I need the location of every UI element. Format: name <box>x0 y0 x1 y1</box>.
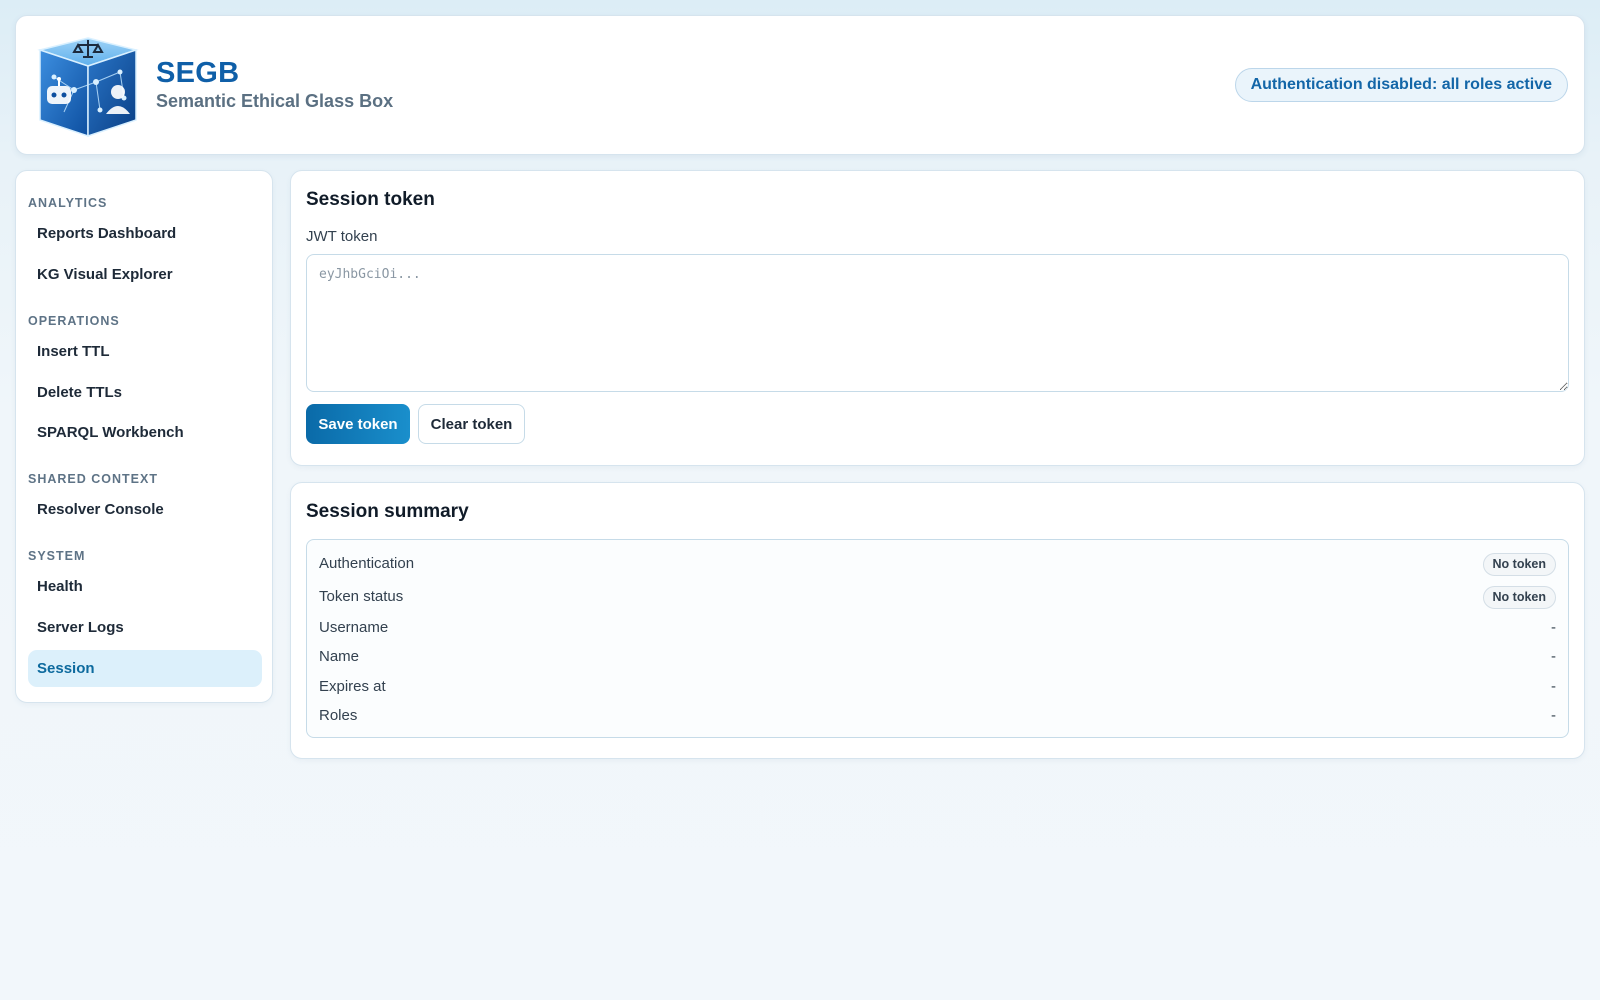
jwt-token-label: JWT token <box>306 228 378 245</box>
save-token-button[interactable]: Save token <box>306 404 410 444</box>
nav-heading-operations: OPERATIONS <box>28 314 120 328</box>
sidebar-item-sparql-workbench[interactable]: SPARQL Workbench <box>28 414 262 451</box>
nav-heading-shared-context: SHARED CONTEXT <box>28 472 158 486</box>
session-summary-table: Authentication No token Token status No … <box>306 539 1569 738</box>
sidebar-item-server-logs[interactable]: Server Logs <box>28 609 262 646</box>
summary-label-roles: Roles <box>319 707 358 724</box>
token-status-badge: No token <box>1482 586 1556 609</box>
summary-label-name: Name <box>319 648 360 665</box>
jwt-token-input[interactable] <box>306 254 1569 392</box>
sidebar-item-insert-ttl[interactable]: Insert TTL <box>28 333 262 370</box>
clear-token-button[interactable]: Clear token <box>418 404 525 444</box>
app-title: SEGB <box>156 57 240 89</box>
summary-label-expires-at: Expires at <box>319 678 386 695</box>
app-header: SEGB Semantic Ethical Glass Box Authenti… <box>15 15 1585 155</box>
session-token-title: Session token <box>306 189 435 210</box>
auth-status-badge: Authentication disabled: all roles activ… <box>1234 68 1568 102</box>
sidebar-item-delete-ttls[interactable]: Delete TTLs <box>28 374 262 411</box>
summary-value-expires-at: - <box>1551 678 1556 695</box>
summary-value-name: - <box>1551 648 1556 665</box>
sidebar-nav: ANALYTICS Reports Dashboard KG Visual Ex… <box>15 170 273 703</box>
sidebar-item-session[interactable]: Session <box>28 650 262 687</box>
summary-label-username: Username <box>319 619 389 636</box>
session-summary-title: Session summary <box>306 501 469 522</box>
sidebar-item-reports-dashboard[interactable]: Reports Dashboard <box>28 215 262 252</box>
robot-and-person-cube-with-scales-icon <box>37 37 139 138</box>
sidebar-item-resolver-console[interactable]: Resolver Console <box>28 491 262 528</box>
session-token-panel: Session token JWT token Save token Clear… <box>290 170 1585 466</box>
summary-label-authentication: Authentication <box>319 555 415 572</box>
authentication-status-badge: No token <box>1482 553 1556 576</box>
nav-heading-system: SYSTEM <box>28 549 86 563</box>
sidebar-item-health[interactable]: Health <box>28 568 262 605</box>
sidebar-item-kg-visual-explorer[interactable]: KG Visual Explorer <box>28 256 262 293</box>
app-subtitle: Semantic Ethical Glass Box <box>156 91 394 111</box>
nav-heading-analytics: ANALYTICS <box>28 196 108 210</box>
summary-label-token-status: Token status <box>319 588 404 605</box>
summary-value-roles: - <box>1551 707 1556 724</box>
session-summary-panel: Session summary Authentication No token … <box>290 482 1585 759</box>
summary-value-username: - <box>1551 619 1556 636</box>
